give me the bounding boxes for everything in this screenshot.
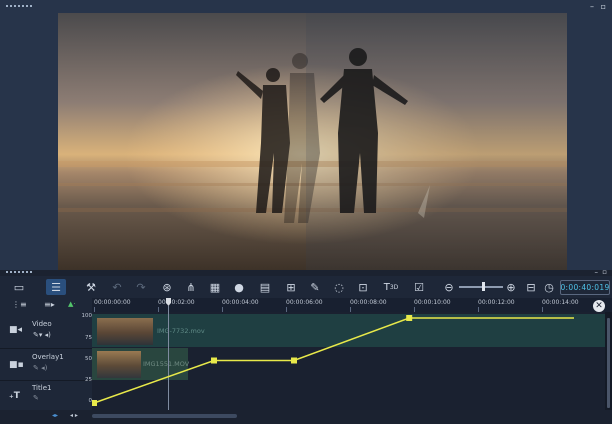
mask-creator-icon[interactable]: ✎ xyxy=(306,279,324,295)
preview-frame xyxy=(58,13,567,270)
track-header-video[interactable]: ■◂ Video ✎▾ ◂) xyxy=(0,312,92,349)
add-chapter-icon[interactable]: ≡▸ xyxy=(44,300,55,309)
overlay-track-icon: ■▪ xyxy=(9,360,24,370)
zoom-slider[interactable] xyxy=(459,286,503,288)
keyframe-axis-label: 75 xyxy=(85,335,92,341)
preview-window-controls[interactable]: – ▫ xyxy=(590,2,608,11)
motion-graphics-icon[interactable]: ☑ xyxy=(410,279,428,295)
keyframe-point[interactable] xyxy=(92,400,97,406)
ruler-tick-label: 00:00:08:00 xyxy=(350,299,387,306)
redo-icon[interactable]: ↷ xyxy=(132,279,150,295)
preview-image xyxy=(58,13,567,270)
title-3d-button[interactable]: T 3D xyxy=(380,279,402,295)
time-remapping-icon[interactable]: ◌ xyxy=(330,279,348,295)
keyframe-axis-label: 25 xyxy=(85,377,92,383)
video-to-3d-icon[interactable]: ⊡ xyxy=(354,279,372,295)
track-controls[interactable]: ✎ ◂) xyxy=(33,364,47,372)
clock-icon: ◷ xyxy=(544,280,554,294)
keyframe-point[interactable] xyxy=(291,357,297,364)
track-name: Overlay1 xyxy=(32,353,64,361)
timeline-toolbar: ▭ ☰ ⚒ ↶ ↷ ⊛ ⋔ ▦ ● ▤ ⊞ ✎ ◌ ⊡ T 3D ☑ ⊖ ⊕ ⊟ … xyxy=(0,276,612,298)
zoom-out-icon[interactable]: ⊖ xyxy=(440,279,458,295)
undo-icon[interactable]: ↶ xyxy=(108,279,126,295)
fit-project-icon[interactable]: ⊟ xyxy=(522,279,540,295)
keyframe-axis-label: 100 xyxy=(81,313,93,319)
scroll-left-icon[interactable]: ◂ ▸ xyxy=(70,412,78,419)
multi-camera-icon[interactable]: ▦ xyxy=(206,279,224,295)
ruler-tick-label: 00:00:14:00 xyxy=(542,299,579,306)
ruler-tick-label: 00:00:02:00 xyxy=(158,299,195,306)
preview-drag-handle[interactable] xyxy=(6,5,32,10)
ruler-tick-label: 00:00:12:00 xyxy=(478,299,515,306)
ruler-tick-label: 00:00:06:00 xyxy=(286,299,323,306)
close-icon[interactable]: ✕ xyxy=(593,300,605,312)
track-name: Video xyxy=(32,320,52,328)
title-3d-suffix: 3D xyxy=(389,283,399,291)
track-header-overlay[interactable]: ■▪ Overlay1 ✎ ◂) xyxy=(0,348,92,381)
timeline-window-controls[interactable]: – ▫ xyxy=(595,268,608,276)
vertical-scrollbar-thumb[interactable] xyxy=(607,318,610,408)
track-controls[interactable]: ✎▾ ◂) xyxy=(33,331,51,339)
track-name: Title1 xyxy=(32,384,52,392)
tools-icon[interactable]: ⚒ xyxy=(82,279,100,295)
horizontal-scrollbar-thumb[interactable] xyxy=(92,414,237,418)
track-manager-bar: ⋮≡ ≡▸ ▲· xyxy=(0,298,92,312)
record-capture-icon[interactable]: ⊛ xyxy=(158,279,176,295)
keyframe-point[interactable] xyxy=(211,357,217,364)
zoom-slider-handle[interactable] xyxy=(482,282,485,291)
track-scroll-icon[interactable]: ◂▸ xyxy=(52,412,58,419)
keyframe-point[interactable] xyxy=(406,315,413,321)
track-headers: ■◂ Video ✎▾ ◂) ■▪ Overlay1 ✎ ◂) ₊T Title… xyxy=(0,312,92,410)
keyframe-marker-icon[interactable]: ▲· xyxy=(68,300,76,308)
ruler-tick-label: 00:00:00:00 xyxy=(94,299,131,306)
zoom-in-icon[interactable]: ⊕ xyxy=(502,279,520,295)
project-duration[interactable]: 0:00:40:019 xyxy=(560,280,610,295)
keyframe-axis-label: 0 xyxy=(88,398,93,404)
audio-mixer-icon[interactable]: ⋔ xyxy=(182,279,200,295)
track-header-title[interactable]: ₊T Title1 ✎ xyxy=(0,380,92,410)
ruler-tick-label: 00:00:10:00 xyxy=(414,299,451,306)
timeline-view-icon[interactable]: ☰ xyxy=(46,279,66,295)
video-track-icon: ■◂ xyxy=(9,325,23,335)
title-track-icon: ₊T xyxy=(9,391,20,401)
track-controls[interactable]: ✎ xyxy=(33,394,39,402)
keyframe-curve-line xyxy=(93,317,574,404)
storyboard-view-icon[interactable]: ▭ xyxy=(10,279,28,295)
track-manager-icon[interactable]: ⋮≡ xyxy=(12,300,27,309)
motion-tracking-icon[interactable]: ● xyxy=(230,279,248,295)
subtitle-icon[interactable]: ▤ xyxy=(256,279,274,295)
keyframe-axis-label: 50 xyxy=(85,356,92,362)
keyframe-curve[interactable] xyxy=(92,312,605,410)
ruler-tick-label: 00:00:04:00 xyxy=(222,299,259,306)
split-screen-icon[interactable]: ⊞ xyxy=(282,279,300,295)
